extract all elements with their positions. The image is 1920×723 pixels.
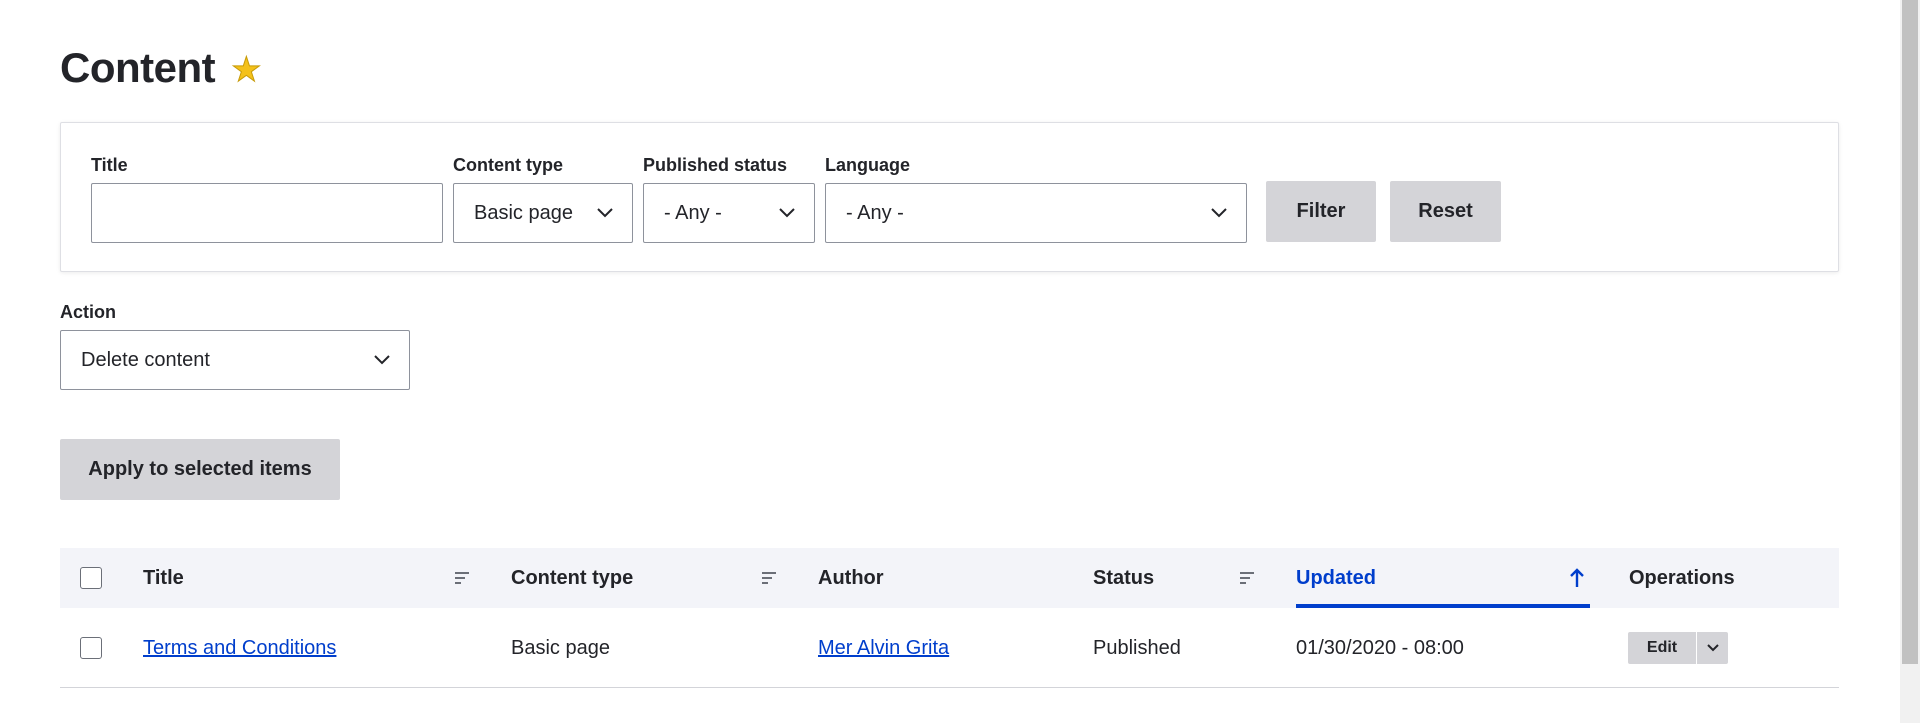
- page-title: Content: [60, 44, 216, 91]
- row-author-cell: Mer Alvin Grita: [818, 608, 949, 688]
- operations-dropbutton: Edit: [1628, 632, 1728, 664]
- row-updated: 01/30/2020 - 08:00: [1296, 636, 1464, 659]
- bulk-action: Action Delete content: [60, 302, 410, 390]
- row-title-cell: Terms and Conditions: [143, 608, 336, 688]
- content-type-filter: Content type Basic page: [453, 155, 633, 243]
- row-checkbox[interactable]: [80, 637, 102, 659]
- content-admin-page: Content ★ Title Content type Basic page …: [0, 0, 1920, 723]
- language-filter: Language - Any -: [825, 155, 1247, 243]
- content-type-select-value: Basic page: [474, 201, 573, 224]
- column-updated[interactable]: Updated: [1296, 548, 1376, 608]
- edit-button[interactable]: Edit: [1628, 632, 1696, 664]
- sort-icon[interactable]: [1240, 572, 1256, 584]
- action-select-value: Delete content: [81, 348, 210, 371]
- operations-toggle[interactable]: [1696, 632, 1728, 664]
- content-table: Title Content type Author Status Updated…: [60, 548, 1839, 688]
- title-filter-input[interactable]: [91, 183, 443, 243]
- published-status-filter-label: Published status: [643, 155, 788, 175]
- column-operations-label: Operations: [1629, 566, 1735, 589]
- action-select[interactable]: Delete content: [60, 330, 410, 390]
- filter-button[interactable]: Filter: [1266, 181, 1376, 242]
- chevron-down-icon: [1706, 644, 1719, 652]
- apply-to-selected-button[interactable]: Apply to selected items: [60, 439, 340, 500]
- row-status: Published: [1093, 636, 1181, 659]
- column-status-label: Status: [1093, 566, 1155, 589]
- sort-icon[interactable]: [455, 572, 471, 584]
- page-header: Content ★: [60, 44, 262, 92]
- column-content-type[interactable]: Content type: [511, 548, 633, 608]
- chevron-down-icon: [374, 355, 390, 365]
- row-updated-cell: 01/30/2020 - 08:00: [1296, 608, 1464, 688]
- chevron-down-icon: [1211, 208, 1227, 218]
- column-title[interactable]: Title: [143, 548, 184, 608]
- filter-panel: Title Content type Basic page Published …: [60, 122, 1839, 272]
- published-status-select[interactable]: - Any -: [643, 183, 815, 243]
- content-type-filter-label: Content type: [453, 155, 563, 175]
- select-all-cell: [80, 548, 102, 608]
- arrow-up-icon[interactable]: [1570, 568, 1584, 588]
- sort-icon[interactable]: [762, 572, 778, 584]
- language-filter-label: Language: [825, 155, 911, 175]
- select-all-checkbox[interactable]: [80, 567, 102, 589]
- table-row: Terms and Conditions Basic page Mer Alvi…: [60, 608, 1839, 688]
- chevron-down-icon: [597, 208, 613, 218]
- table-header: Title Content type Author Status Updated…: [60, 548, 1839, 608]
- column-author-label: Author: [818, 566, 884, 589]
- language-select-value: - Any -: [846, 201, 904, 224]
- title-filter: Title: [91, 155, 443, 243]
- chevron-down-icon: [779, 208, 795, 218]
- title-filter-label: Title: [91, 155, 128, 175]
- reset-button[interactable]: Reset: [1390, 181, 1501, 242]
- scrollbar-thumb[interactable]: [1902, 0, 1918, 664]
- published-status-select-value: - Any -: [664, 201, 722, 224]
- row-content-type: Basic page: [511, 636, 610, 659]
- column-status[interactable]: Status: [1093, 548, 1154, 608]
- action-label: Action: [60, 302, 116, 322]
- column-operations: Operations: [1629, 548, 1735, 608]
- language-select[interactable]: - Any -: [825, 183, 1247, 243]
- row-content-type-cell: Basic page: [511, 608, 610, 688]
- row-select-cell: [80, 608, 102, 688]
- column-content-type-label: Content type: [511, 566, 634, 589]
- content-type-select[interactable]: Basic page: [453, 183, 633, 243]
- column-updated-label: Updated: [1296, 566, 1376, 589]
- row-title-link[interactable]: Terms and Conditions: [143, 637, 336, 660]
- column-title-label: Title: [143, 566, 184, 589]
- row-author-link[interactable]: Mer Alvin Grita: [818, 637, 949, 660]
- scrollbar[interactable]: [1900, 0, 1920, 723]
- star-icon[interactable]: ★: [231, 53, 263, 88]
- row-status-cell: Published: [1093, 608, 1181, 688]
- published-status-filter: Published status - Any -: [643, 155, 815, 243]
- column-author: Author: [818, 548, 884, 608]
